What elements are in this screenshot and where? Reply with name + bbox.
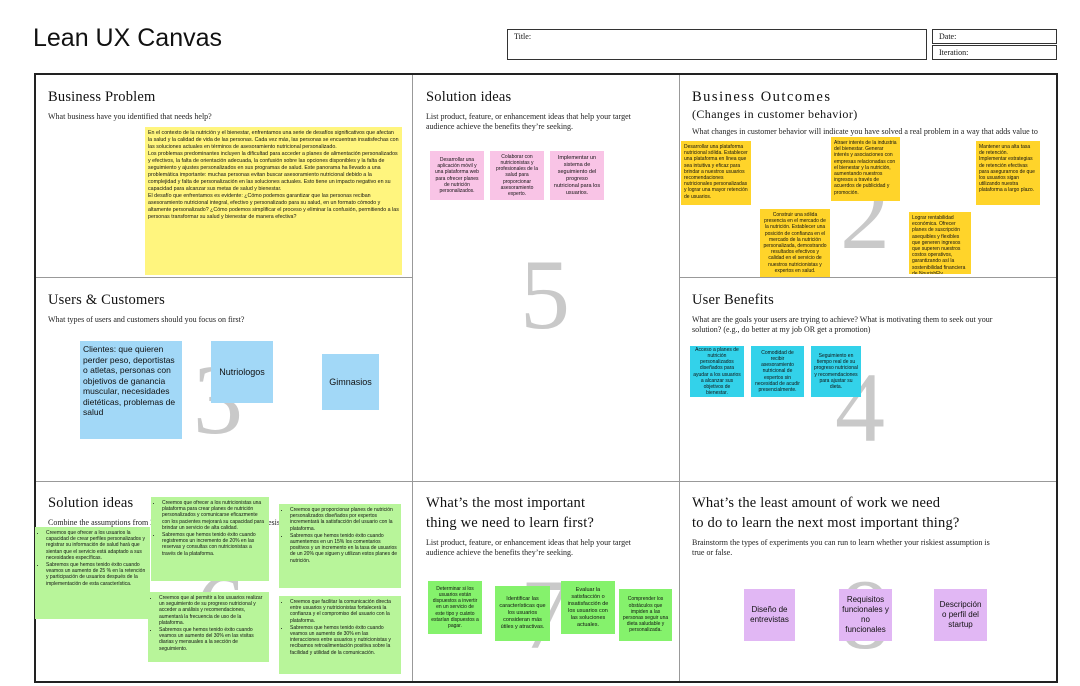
sticky-note-business-problem: En el contexto de la nutrición y el bien… [145,127,402,275]
sticky-note-outcome: Mantener una alta tasa de retención. Imp… [976,141,1040,205]
business-outcomes-question: What changes in customer behavior will i… [692,127,1038,136]
hypothesis-statement: Creemos que al permitir a los usuarios r… [159,595,266,626]
user-benefits-heading: User Benefits [692,292,774,308]
hypothesis-measure: Sabremos que hemos tenido éxito cuando a… [290,533,398,564]
divider [679,277,1056,278]
sticky-note-idea: Colaborar con nutricionistas y profesion… [490,151,544,200]
title-label: Title: [514,32,532,41]
learn-first-question: List product, feature, or enhancement id… [426,538,631,557]
divider [412,75,413,681]
sticky-note-hypothesis: Creemos que proporcionar planes de nutri… [279,504,401,588]
business-problem-question: What business have you identified that n… [48,112,212,121]
sticky-note-benefit: Seguimiento en tiempo real de su progres… [811,346,861,397]
sticky-note-learning: Comprender los obstáculos que impiden a … [619,589,672,641]
sticky-note-learning: Identificar las características que los … [495,586,550,641]
users-customers-heading: Users & Customers [48,292,165,308]
divider [679,75,680,681]
hypothesis-statement: Creemos que proporcionar planes de nutri… [290,507,398,532]
sticky-note-idea: Implementar un sistema de seguimiento de… [550,151,604,200]
box-number-5: 5 [520,239,570,350]
business-outcomes-heading: Business Outcomes [692,89,832,105]
business-problem-heading: Business Problem [48,89,156,105]
solution-ideas-question: List product, feature, or enhancement id… [426,112,631,131]
sticky-note-user: Gimnasios [322,354,379,410]
sticky-note-benefit: Comodidad de recibir asesoramiento nutri… [751,346,804,397]
least-work-heading: What’s the least amount of work we need [692,495,941,511]
date-label: Date: [939,32,957,41]
sticky-note-hypothesis: Creemos que al permitir a los usuarios r… [148,592,269,662]
date-field[interactable]: Date: [932,29,1057,44]
users-customers-question: What types of users and customers should… [48,315,245,324]
hypothesis-measure: Sabremos que hemos tenido éxito cuando v… [290,625,398,656]
sticky-note-outcome: Construir una sólida presencia en el mer… [760,209,830,277]
iteration-label: Iteration: [939,48,969,57]
sticky-note-idea: Desarrollar una aplicación móvil y una p… [430,151,484,200]
title-field[interactable]: Title: [507,29,927,60]
business-outcomes-subheading: (Changes in customer behavior) [692,107,858,121]
iteration-field[interactable]: Iteration: [932,45,1057,60]
least-work-heading-line2: to do to learn the next most important t… [692,515,960,531]
sticky-note-learning: Evaluar la satisfacción o insatisfacción… [561,581,615,634]
sticky-note-user: Nutriologos [211,341,273,403]
sticky-note-outcome: Lograr rentabilidad económica. Ofrecer p… [909,212,971,274]
sticky-note-experiment: Diseño de entrevistas [744,589,795,641]
hypothesis-measure: Sabremos que hemos tenido éxito cuando v… [46,562,147,587]
hypothesis-heading: Solution ideas [48,495,134,511]
sticky-note-hypothesis: Creemos que facilitar la comunicación di… [279,596,401,674]
hypothesis-statement: Creemos que ofrecer a los nutricionistas… [162,500,266,531]
divider [36,277,413,278]
sticky-note-benefit: Acceso a planes de nutrición personaliza… [690,346,744,397]
divider [36,481,1056,482]
learn-first-heading: What’s the most important [426,495,586,511]
hypothesis-measure: Sabremos que hemos tenido éxito cuando v… [159,627,266,652]
learn-first-heading-line2: thing we need to learn first? [426,515,595,531]
hypothesis-statement: Creemos que facilitar la comunicación di… [290,599,398,624]
page-title: Lean UX Canvas [33,24,223,52]
least-work-question: Brainstorm the types of experiments you … [692,538,990,557]
hypothesis-measure: Sabremos que hemos tenido éxito cuando r… [162,532,266,557]
sticky-note-user: Clientes: que quieren perder peso, depor… [80,341,182,439]
sticky-note-outcome: Atraer interés de la industria del biene… [831,137,900,201]
sticky-note-hypothesis: Creemos que ofrecer a los nutricionistas… [151,497,269,581]
sticky-note-hypothesis: Creemos que ofrecer a los usuarios la ca… [35,527,150,619]
sticky-note-experiment: Requisitos funcionales y no funcionales [839,589,892,641]
solution-ideas-heading: Solution ideas [426,89,512,105]
sticky-note-experiment: Descripción o perfil del startup [934,589,987,641]
sticky-note-outcome: Desarrollar una plataforma nutricional s… [681,141,751,205]
hypothesis-statement: Creemos que ofrecer a los usuarios la ca… [46,530,147,561]
sticky-note-learning: Determinar si los usuarios están dispues… [428,581,482,634]
user-benefits-question: What are the goals your users are trying… [692,315,993,334]
